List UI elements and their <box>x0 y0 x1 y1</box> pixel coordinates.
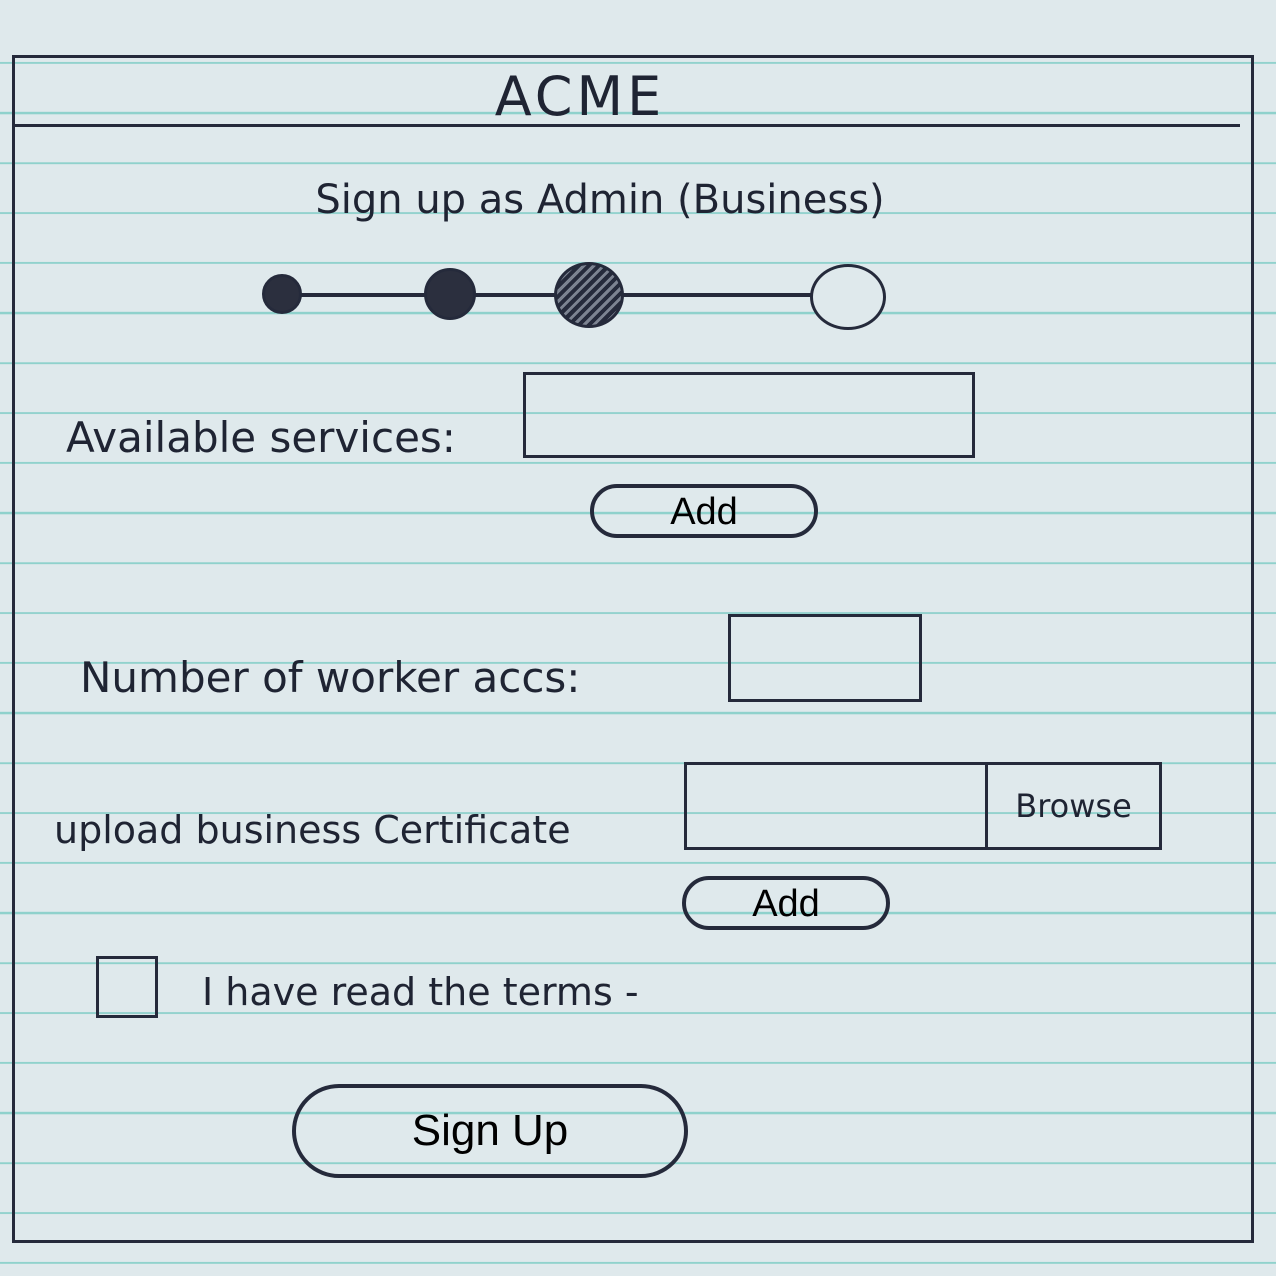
certificate-file-field[interactable]: Browse <box>684 762 1162 850</box>
terms-checkbox[interactable] <box>96 956 158 1018</box>
certificate-label: upload business Certificate <box>54 808 571 852</box>
services-input[interactable] <box>523 372 975 458</box>
workers-label: Number of worker accs: <box>80 653 581 702</box>
add-certificate-button[interactable]: Add <box>682 876 890 930</box>
sign-up-button[interactable]: Sign Up <box>292 1084 688 1178</box>
browse-button[interactable]: Browse <box>985 765 1159 847</box>
step-3-indicator <box>554 262 624 328</box>
title-divider <box>12 124 1240 127</box>
add-service-button[interactable]: Add <box>590 484 818 538</box>
services-label: Available services: <box>66 413 456 462</box>
terms-label: I have read the terms - <box>202 970 639 1014</box>
worker-accounts-input[interactable] <box>728 614 922 702</box>
progress-stepper-track <box>282 293 822 297</box>
step-2-indicator <box>424 268 476 320</box>
app-title: ACME <box>494 65 666 128</box>
page-heading: Sign up as Admin (Business) <box>315 177 885 223</box>
step-1-indicator <box>262 274 302 314</box>
step-4-indicator <box>810 264 886 330</box>
